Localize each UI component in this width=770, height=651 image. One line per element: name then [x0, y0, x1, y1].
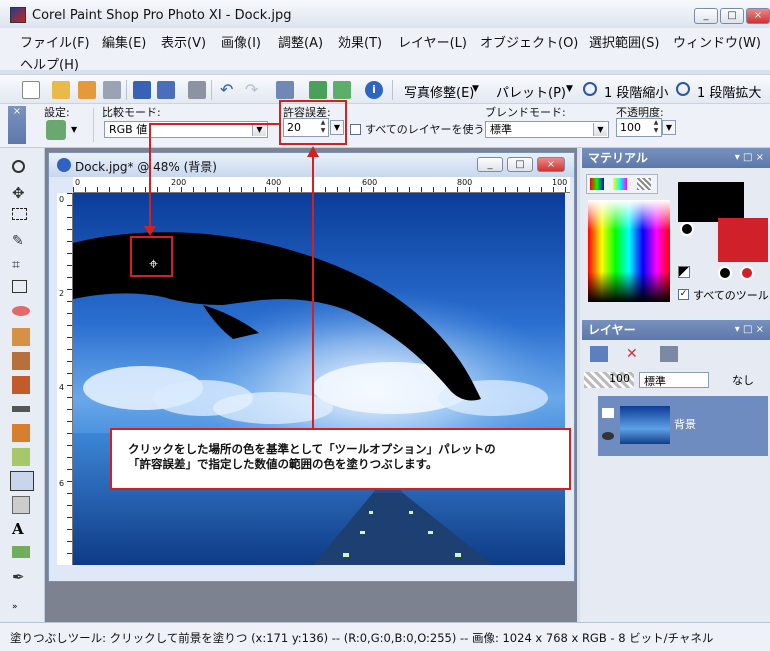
- annotation-arrows: [144, 123, 319, 428]
- callout-line-2: 「許容誤差」で指定した数値の範囲の色を塗りつぶします。: [128, 457, 438, 471]
- callout-line-1: クリックをした場所の色を基準として「ツールオプション」パレットの: [128, 442, 496, 456]
- app-window: Corel Paint Shop Pro Photo XI - Dock.jpg…: [0, 0, 770, 651]
- annotation-callout: クリックをした場所の色を基準として「ツールオプション」パレットの 「許容誤差」で…: [110, 428, 571, 490]
